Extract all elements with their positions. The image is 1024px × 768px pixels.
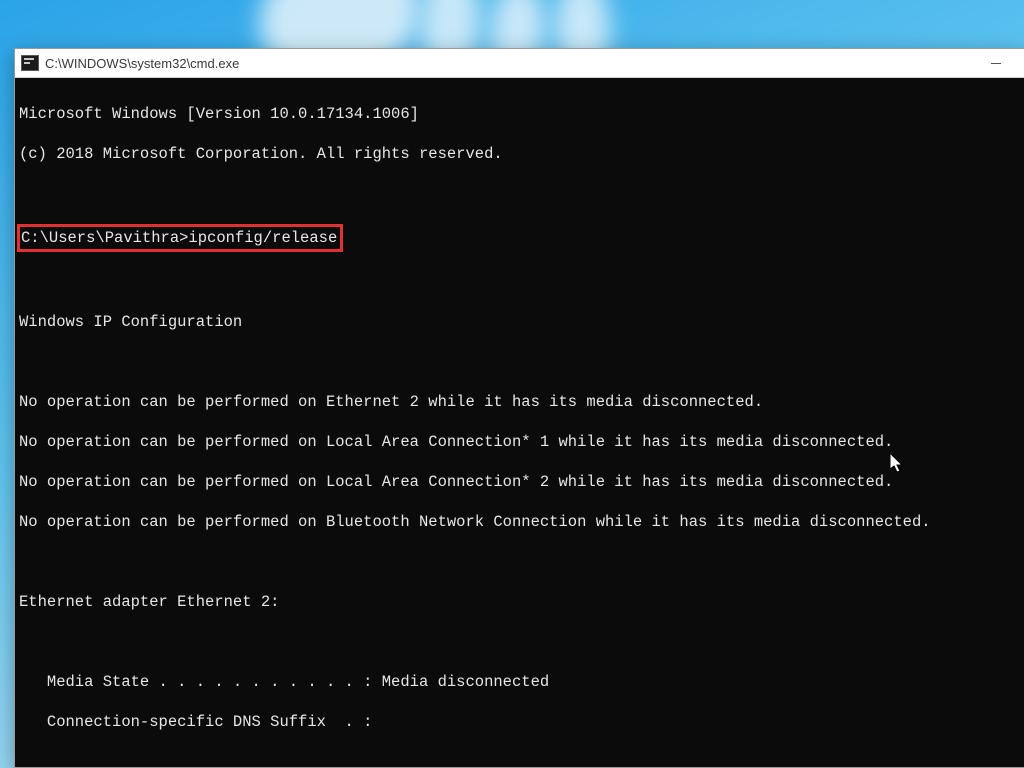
banner-line: Microsoft Windows [Version 10.0.17134.10… — [19, 104, 1020, 124]
output-line: No operation can be performed on Local A… — [19, 472, 1020, 492]
blank-line — [19, 752, 1020, 767]
blank-line — [19, 272, 1020, 292]
title-bar[interactable]: C:\WINDOWS\system32\cmd.exe — [15, 49, 1024, 78]
prompt-line: C:\Users\Pavithra>ipconfig/release — [19, 224, 1020, 252]
minimize-button[interactable] — [974, 49, 1018, 77]
section-heading: Windows IP Configuration — [19, 312, 1020, 332]
banner-line: (c) 2018 Microsoft Corporation. All righ… — [19, 144, 1020, 164]
cmd-window[interactable]: C:\WINDOWS\system32\cmd.exe Microsoft Wi… — [14, 48, 1024, 768]
output-line: No operation can be performed on Bluetoo… — [19, 512, 1020, 532]
output-line: Connection-specific DNS Suffix . : — [19, 712, 1020, 732]
terminal-output[interactable]: Microsoft Windows [Version 10.0.17134.10… — [15, 78, 1024, 767]
blank-line — [19, 352, 1020, 372]
blank-line — [19, 184, 1020, 204]
window-title: C:\WINDOWS\system32\cmd.exe — [45, 56, 239, 71]
output-line: No operation can be performed on Etherne… — [19, 392, 1020, 412]
cmd-icon — [21, 55, 39, 71]
highlighted-command: C:\Users\Pavithra>ipconfig/release — [17, 224, 343, 252]
blank-line — [19, 552, 1020, 572]
blank-line — [19, 632, 1020, 652]
output-line: No operation can be performed on Local A… — [19, 432, 1020, 452]
adapter-title: Ethernet adapter Ethernet 2: — [19, 592, 1020, 612]
output-line: Media State . . . . . . . . . . . : Medi… — [19, 672, 1020, 692]
